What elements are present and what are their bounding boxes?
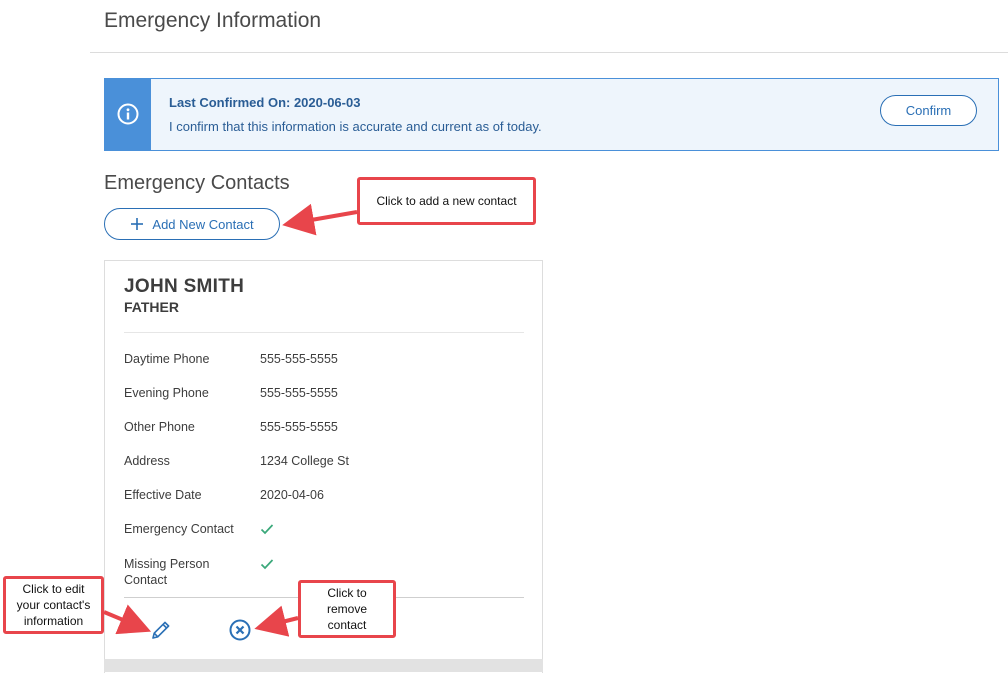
add-new-contact-label: Add New Contact: [152, 216, 254, 232]
field-label: Missing Person Contact: [124, 557, 210, 587]
check-icon: [260, 559, 274, 570]
confirm-statement: I confirm that this information is accur…: [169, 119, 542, 134]
circle-x-icon[interactable]: [228, 618, 252, 642]
field-label: Emergency Contact: [124, 522, 234, 536]
annotation-remove-text: Click to remove contact: [326, 586, 367, 632]
banner-icon-cell: [105, 79, 151, 150]
annotation-add-text: Click to add a new contact: [376, 194, 517, 208]
confirm-banner: Last Confirmed On: 2020-06-03 I confirm …: [104, 78, 999, 151]
emergency-contacts-heading: Emergency Contacts: [104, 172, 290, 194]
info-icon: [117, 103, 139, 125]
field-value: 1234 College St: [260, 454, 349, 468]
field-value: 2020-04-06: [260, 488, 324, 502]
field-label: Other Phone: [124, 420, 195, 434]
title-divider: [90, 52, 1008, 53]
field-label: Effective Date: [124, 488, 202, 502]
contact-name: JOHN SMITH: [124, 276, 245, 297]
card-footer-bar: [104, 659, 543, 672]
plus-icon: [131, 218, 144, 230]
contact-relation: FATHER: [124, 299, 179, 315]
annotation-add-contact: Click to add a new contact: [357, 177, 536, 225]
field-label: Daytime Phone: [124, 352, 210, 366]
field-value: 555-555-5555: [260, 420, 338, 434]
field-label: Evening Phone: [124, 386, 209, 400]
field-label: Address: [124, 454, 170, 468]
pencil-icon[interactable]: [149, 618, 173, 642]
add-new-contact-button[interactable]: Add New Contact: [104, 208, 280, 240]
page-title: Emergency Information: [104, 9, 322, 32]
annotation-edit-text: Click to edit your contact's information: [16, 582, 91, 628]
last-confirmed-heading: Last Confirmed On: 2020-06-03: [169, 95, 361, 110]
annotation-edit-contact: Click to edit your contact's information: [3, 576, 104, 634]
annotation-remove-contact: Click to remove contact: [298, 580, 396, 638]
card-divider: [124, 332, 524, 333]
field-value: 555-555-5555: [260, 352, 338, 366]
check-icon: [260, 524, 274, 535]
field-value: 555-555-5555: [260, 386, 338, 400]
arrow-to-add-button: [282, 203, 358, 236]
confirm-button[interactable]: Confirm: [880, 95, 977, 126]
